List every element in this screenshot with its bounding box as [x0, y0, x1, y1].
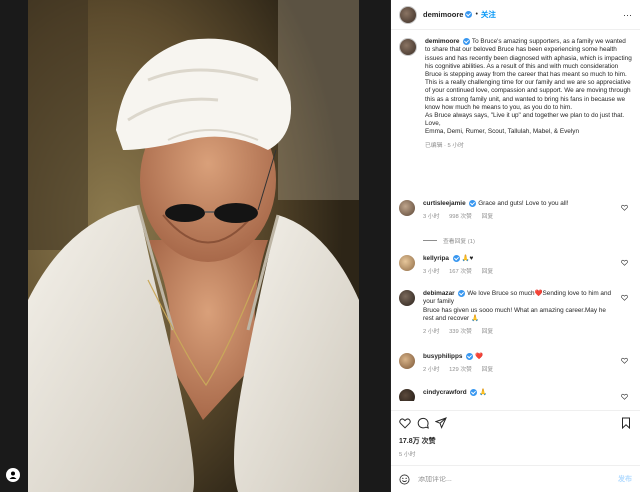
- comment-avatar[interactable]: [399, 353, 415, 369]
- comment-body: kellyripa 🙏♥ 3 小时 167 次赞 回复: [423, 255, 618, 277]
- tagged-user-icon[interactable]: [6, 468, 20, 482]
- like-comment-icon[interactable]: [621, 204, 628, 211]
- action-bar: [391, 410, 640, 432]
- verified-badge-icon: [458, 290, 466, 297]
- like-comment-icon[interactable]: [621, 357, 628, 364]
- comment-time: 2 小时: [423, 329, 440, 335]
- comment-icon[interactable]: [417, 417, 429, 429]
- comment-text: ❤️: [474, 353, 483, 361]
- comment-meta: 3 小时 998 次赞 回复: [423, 213, 618, 221]
- verified-badge-icon: [466, 353, 474, 360]
- verified-badge-icon: [465, 11, 473, 18]
- comment-body: busyphilipps ❤️ 2 小时 129 次赞 回复: [423, 353, 618, 375]
- caption-text: demimoore To Bruce's amazing supporters,…: [425, 38, 632, 150]
- comment-likes[interactable]: 129 次赞: [449, 367, 472, 373]
- comment-composer: 发布: [391, 465, 640, 492]
- comment-username[interactable]: busyphilipps: [423, 353, 462, 360]
- author-avatar[interactable]: [399, 5, 417, 24]
- reply-button[interactable]: 回复: [482, 269, 494, 275]
- comment-likes[interactable]: 339 次赞: [449, 329, 472, 335]
- comment-avatar[interactable]: [399, 290, 415, 306]
- post-header: demimoore • 关注 ···: [391, 0, 640, 30]
- comment-item: curtisleejamie Grace and guts! Love to y…: [399, 200, 632, 222]
- comment-time: 3 小时: [423, 269, 440, 276]
- caption: demimoore To Bruce's amazing supporters,…: [399, 38, 632, 150]
- post-sidebar: demimoore • 关注 ··· demimoore To Bruce's …: [391, 0, 640, 492]
- comment-username[interactable]: kellyripa: [423, 255, 449, 262]
- header-separator: •: [475, 11, 478, 18]
- photo-pane: [0, 0, 391, 492]
- view-replies-button[interactable]: 查看回复 (1): [423, 236, 475, 245]
- follow-button[interactable]: 关注: [481, 9, 496, 20]
- caption-meta: 已编辑 · 5 小时: [425, 142, 464, 149]
- caption-paragraph-2: This is a really challenging time for ou…: [425, 79, 631, 111]
- verified-badge-icon: [470, 389, 478, 396]
- like-comment-icon[interactable]: [621, 294, 628, 301]
- comment-username[interactable]: cindycrawford: [423, 389, 467, 396]
- comment-avatar[interactable]: [399, 389, 415, 401]
- comment-text: 🙏: [479, 389, 488, 397]
- save-bookmark-icon[interactable]: [620, 417, 632, 429]
- comment-item: busyphilipps ❤️ 2 小时 129 次赞 回复: [399, 353, 632, 375]
- comment-text: 🙏♥: [461, 255, 474, 263]
- comment-item: kellyripa 🙏♥ 3 小时 167 次赞 回复: [399, 255, 632, 277]
- comment-meta: 2 小时 339 次赞 回复: [423, 328, 618, 336]
- comment-avatar[interactable]: [399, 200, 415, 216]
- more-options-icon[interactable]: ···: [623, 11, 632, 20]
- comment-time: 2 小时: [423, 367, 440, 374]
- comments-scroll-area[interactable]: demimoore To Bruce's amazing supporters,…: [391, 31, 640, 401]
- like-comment-icon[interactable]: [621, 393, 628, 400]
- caption-author-avatar[interactable]: [399, 38, 417, 56]
- like-icon[interactable]: [399, 417, 411, 429]
- comment-likes[interactable]: 998 次赞: [449, 214, 472, 220]
- caption-paragraph-5: Emma, Demi, Rumer, Scout, Tallulah, Mabe…: [425, 128, 580, 136]
- comment-text: Grace and guts! Love to you all!: [478, 200, 569, 208]
- caption-paragraph-3: As Bruce always says, "Live it up" and t…: [425, 112, 625, 120]
- likes-count[interactable]: 17.8万 次赞: [399, 436, 436, 446]
- comment-body: cindycrawford 🙏: [423, 389, 618, 401]
- comment-username[interactable]: debimazar: [423, 290, 455, 297]
- comment-item: cindycrawford 🙏: [399, 389, 632, 401]
- instagram-post-window: demimoore • 关注 ··· demimoore To Bruce's …: [0, 0, 640, 492]
- comment-input[interactable]: [418, 475, 618, 483]
- comment-item: debimazar We love Bruce so much❤️Sending…: [399, 290, 632, 336]
- comment-meta: 3 小时 167 次赞 回复: [423, 268, 618, 276]
- like-comment-icon[interactable]: [621, 259, 628, 266]
- verified-badge-icon: [469, 200, 477, 207]
- comment-time: 3 小时: [423, 214, 440, 221]
- post-photo[interactable]: [28, 0, 359, 492]
- comment-meta: 2 小时 129 次赞 回复: [423, 366, 618, 374]
- comment-body: curtisleejamie Grace and guts! Love to y…: [423, 200, 618, 222]
- photo-illustration: [28, 0, 359, 492]
- caption-username[interactable]: demimoore: [425, 38, 459, 45]
- reply-button[interactable]: 回复: [482, 367, 494, 373]
- comment-body: debimazar We love Bruce so much❤️Sending…: [423, 290, 618, 336]
- share-icon[interactable]: [435, 417, 447, 429]
- view-replies-label[interactable]: 查看回复 (1): [443, 236, 475, 245]
- verified-badge-icon: [463, 38, 471, 45]
- verified-badge-icon: [452, 255, 460, 262]
- comment-text-continued: Bruce has given us sooo much! What an am…: [423, 306, 606, 322]
- comment-username[interactable]: curtisleejamie: [423, 200, 466, 207]
- reply-button[interactable]: 回复: [482, 329, 494, 335]
- emoji-icon[interactable]: [399, 474, 410, 485]
- caption-paragraph-4: Love,: [425, 120, 441, 128]
- author-username[interactable]: demimoore: [423, 10, 463, 19]
- replies-divider: [423, 240, 437, 241]
- post-comment-button[interactable]: 发布: [618, 474, 632, 484]
- reply-button[interactable]: 回复: [482, 214, 494, 220]
- comment-avatar[interactable]: [399, 255, 415, 271]
- comment-likes[interactable]: 167 次赞: [449, 269, 472, 275]
- post-timestamp: 5 小时: [399, 452, 416, 458]
